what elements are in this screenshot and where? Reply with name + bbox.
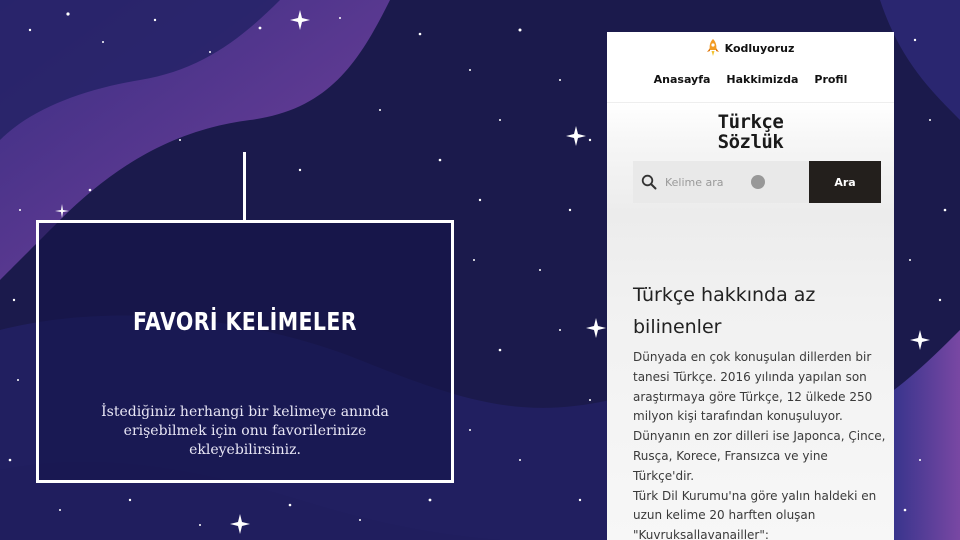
- nav-item-hakkimizda[interactable]: Hakkimizda: [726, 73, 798, 86]
- site-logo: Türkçe Sözlük: [607, 112, 894, 152]
- section-title: Türkçe hakkında az bilinenler: [633, 284, 816, 338]
- rocket-icon: [706, 39, 719, 56]
- feature-card: FAVORİ KELİMELER İstediğiniz herhangi bi…: [36, 220, 454, 483]
- feature-description: İstediğiniz herhangi bir kelimeye anında…: [101, 404, 389, 458]
- section-body: Dünyada en çok konuşulan dillerden bir t…: [633, 350, 886, 540]
- nav-divider: [607, 102, 894, 103]
- pointer-cursor: [751, 175, 765, 189]
- main-nav: Anasayfa Hakkimizda Profil: [607, 73, 894, 86]
- card-connector-line: [243, 152, 246, 221]
- nav-item-profil[interactable]: Profil: [814, 73, 847, 86]
- brand[interactable]: Kodluyoruz: [607, 38, 894, 58]
- search-icon: [641, 174, 657, 190]
- feature-title: FAVORİ KELİMELER: [132, 307, 358, 336]
- search-button[interactable]: Ara: [809, 161, 881, 203]
- brand-name: Kodluyoruz: [724, 41, 795, 55]
- search-bar: Ara: [633, 161, 881, 203]
- search-input[interactable]: [665, 175, 751, 189]
- logo-line-2: Sözlük: [717, 131, 784, 153]
- nav-item-anasayfa[interactable]: Anasayfa: [654, 73, 711, 86]
- phone-mockup: Kodluyoruz Anasayfa Hakkimizda Profil Tü…: [607, 32, 894, 540]
- logo-line-1: Türkçe: [717, 111, 784, 133]
- search-box[interactable]: [633, 161, 809, 203]
